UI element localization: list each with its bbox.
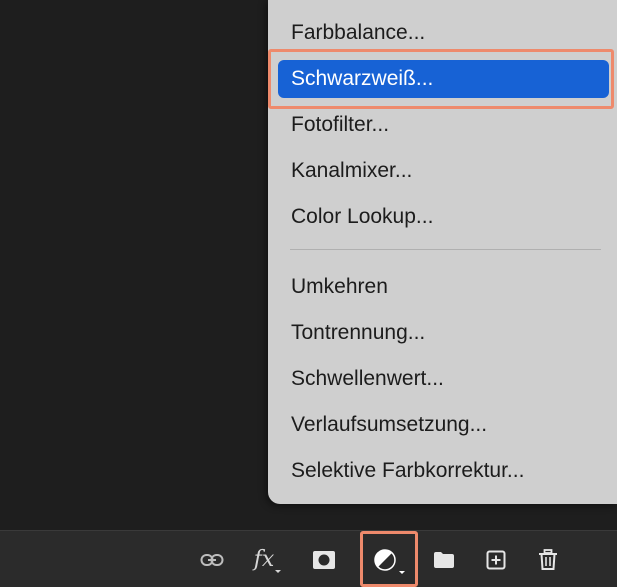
menu-item-fotofilter[interactable]: Fotofilter... — [278, 106, 609, 144]
menu-item-schwarzweiss[interactable]: Schwarzweiß... — [278, 60, 609, 98]
link-layers-button[interactable] — [196, 531, 228, 587]
menu-separator — [290, 249, 601, 250]
menu-item-schwellenwert[interactable]: Schwellenwert... — [278, 360, 609, 398]
menu-item-umkehren[interactable]: Umkehren — [278, 268, 609, 306]
layer-style-button[interactable]: fx — [246, 531, 290, 587]
dropdown-arrow-icon — [399, 570, 405, 574]
menu-item-kanalmixer[interactable]: Kanalmixer... — [278, 152, 609, 190]
folder-icon — [433, 551, 455, 569]
app-frame: Farbbalance... Schwarzweiß... Fotofilter… — [0, 0, 617, 587]
layers-toolbar: fx — [0, 530, 617, 587]
add-mask-button[interactable] — [306, 531, 342, 587]
menu-item-farbbalance[interactable]: Farbbalance... — [278, 14, 609, 52]
dropdown-arrow-icon — [275, 569, 282, 573]
adjustment-layer-icon — [372, 547, 398, 573]
fx-icon: fx — [253, 547, 275, 572]
menu-item-tontrennung[interactable]: Tontrennung... — [278, 314, 609, 352]
delete-layer-button[interactable] — [530, 531, 566, 587]
new-layer-button[interactable] — [478, 531, 514, 587]
mask-icon — [312, 550, 336, 570]
menu-item-verlaufsumsetzung[interactable]: Verlaufsumsetzung... — [278, 406, 609, 444]
adjustment-layer-button[interactable] — [366, 531, 412, 587]
trash-icon — [538, 548, 558, 571]
new-group-button[interactable] — [426, 531, 462, 587]
new-layer-icon — [486, 550, 506, 570]
link-icon — [200, 553, 224, 567]
adjustment-menu: Farbbalance... Schwarzweiß... Fotofilter… — [268, 0, 617, 504]
menu-item-color-lookup[interactable]: Color Lookup... — [278, 198, 609, 236]
menu-item-selektive-farbkorrektur[interactable]: Selektive Farbkorrektur... — [278, 452, 609, 490]
